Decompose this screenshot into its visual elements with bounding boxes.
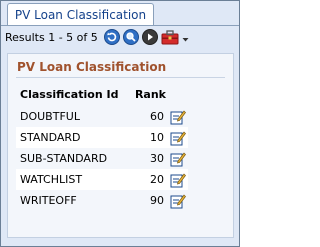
classification-panel: PV Loan Classification Classification Id…	[7, 53, 234, 238]
table-header-row: Classification Id Rank	[16, 82, 188, 106]
classification-id-cell: SUB-STANDARD	[20, 152, 108, 165]
edit-icon[interactable]	[170, 130, 186, 146]
results-count: Results 1 - 5 of 5	[5, 30, 98, 44]
tab-pv-loan-classification[interactable]: PV Loan Classification	[7, 3, 154, 26]
table-row: SUB-STANDARD 30	[16, 148, 188, 169]
next-icon[interactable]	[141, 29, 158, 45]
rank-cell: 30	[150, 152, 164, 165]
toolbar: Results 1 - 5 of 5	[1, 26, 239, 48]
dropdown-arrow-icon[interactable]	[182, 29, 189, 45]
column-header-rank: Rank	[134, 87, 166, 101]
classification-id-cell: WATCHLIST	[16, 169, 128, 190]
toolbox-icon[interactable]	[161, 29, 179, 45]
window-frame: PV Loan Classification Results 1 - 5 of …	[0, 0, 240, 247]
title-divider	[16, 77, 225, 78]
column-header-classification-id: Classification Id	[20, 87, 119, 101]
rank-cell: 20	[127, 169, 170, 190]
column-header-edit	[170, 82, 188, 106]
panel-title: PV Loan Classification	[17, 60, 167, 74]
search-icon[interactable]	[122, 29, 139, 45]
classification-id-cell: WRITEOFF	[20, 194, 77, 207]
edit-icon[interactable]	[170, 172, 186, 188]
refresh-icon[interactable]	[103, 29, 120, 45]
table-row: WATCHLIST 20	[16, 169, 188, 190]
edit-icon[interactable]	[170, 193, 186, 209]
table-row: WRITEOFF 90	[16, 190, 188, 211]
rank-cell: 10	[127, 127, 170, 148]
classification-id-cell: STANDARD	[16, 127, 128, 148]
classification-id-cell: DOUBTFUL	[20, 110, 80, 123]
rank-cell: 90	[150, 194, 164, 207]
rank-cell: 60	[150, 110, 164, 123]
table-row: DOUBTFUL 60	[16, 106, 188, 127]
edit-icon[interactable]	[170, 109, 186, 125]
classification-table: Classification Id Rank DOUBTFUL 60 STAND…	[16, 82, 188, 211]
edit-icon[interactable]	[170, 151, 186, 167]
table-row: STANDARD 10	[16, 127, 188, 148]
